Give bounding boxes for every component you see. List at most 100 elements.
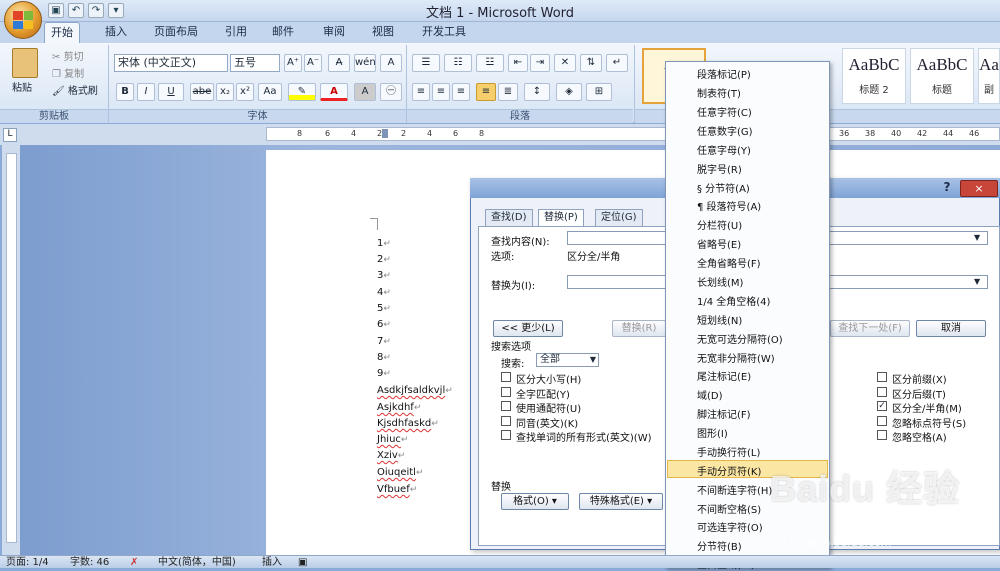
increase-indent-icon[interactable]: ⇥ — [530, 54, 550, 72]
doc-line[interactable]: 1↵ — [377, 238, 391, 249]
highlight-icon[interactable]: ✎ — [288, 83, 316, 101]
menu-item[interactable]: 脚注标记(F) — [697, 406, 751, 421]
menu-item[interactable]: 任意数字(G) — [697, 123, 753, 138]
menu-item[interactable]: 长划线(M) — [697, 274, 743, 289]
menu-item[interactable]: 尾注标记(E) — [697, 368, 751, 383]
cancel-button[interactable]: 取消 — [916, 320, 986, 337]
tab-goto[interactable]: 定位(G) — [595, 209, 643, 227]
proofing-icon[interactable]: ✗ — [130, 556, 138, 569]
wildcards-checkbox[interactable] — [501, 401, 511, 411]
shrink-font-button[interactable]: A⁻ — [304, 54, 322, 72]
menu-item[interactable]: 域(D) — [697, 387, 723, 402]
find-next-button[interactable]: 查找下一处(F) — [830, 320, 910, 337]
strikethrough-button[interactable]: abe — [190, 83, 214, 101]
tab-view[interactable]: 视图 — [366, 22, 400, 43]
doc-line[interactable]: Kjsdhfaskd↵ — [377, 418, 439, 429]
tab-developer[interactable]: 开发工具 — [416, 22, 472, 43]
case-checkbox[interactable] — [501, 372, 511, 382]
replace-button[interactable]: 替换(R) — [612, 320, 666, 337]
language-status[interactable]: 中文(简体，中国) — [158, 556, 236, 569]
word-forms-checkbox[interactable] — [501, 430, 511, 440]
font-name-combo[interactable]: 宋体 (中文正文) — [114, 54, 228, 72]
doc-line[interactable]: 9↵ — [377, 368, 391, 379]
doc-line[interactable]: 7↵ — [377, 336, 391, 347]
menu-item[interactable]: 段落标记(P) — [697, 66, 751, 81]
format-button[interactable]: 格式(O) ▾ — [501, 493, 569, 510]
special-format-button[interactable]: 特殊格式(E) ▾ — [579, 493, 663, 510]
doc-line[interactable]: 6↵ — [377, 319, 391, 330]
multilevel-list-icon[interactable]: ☳ — [476, 54, 504, 72]
tab-review[interactable]: 审阅 — [317, 22, 351, 43]
tab-page-layout[interactable]: 页面布局 — [148, 22, 204, 43]
insert-mode[interactable]: 插入 — [262, 556, 282, 569]
menu-item[interactable]: 1/4 全角空格(4) — [697, 293, 770, 308]
tab-home[interactable]: 开始 — [44, 22, 80, 43]
doc-line[interactable]: Xziv↵ — [377, 450, 405, 461]
tab-references[interactable]: 引用 — [219, 22, 253, 43]
menu-item[interactable]: 脱字号(R) — [697, 161, 742, 176]
borders-icon[interactable]: ⊞ — [586, 83, 612, 101]
align-center-icon[interactable]: ≡ — [432, 83, 450, 101]
tab-selector-icon[interactable]: L — [3, 128, 17, 142]
cut-button[interactable]: ✂ 剪切 — [52, 48, 84, 63]
doc-line[interactable]: 2↵ — [377, 254, 391, 265]
menu-item[interactable]: 分节符(B) — [697, 538, 742, 553]
menu-item[interactable]: 任意字母(Y) — [697, 142, 751, 157]
format-painter-button[interactable]: 🖌 格式刷 — [52, 82, 98, 97]
doc-line[interactable]: Asdkjfsaldkvjl↵ — [377, 385, 453, 396]
ignore-space-checkbox[interactable] — [877, 430, 887, 440]
menu-item[interactable]: ¶ 段落符号(A) — [697, 198, 761, 213]
shading-icon[interactable]: ◈ — [556, 83, 582, 101]
paste-icon[interactable] — [12, 48, 38, 78]
bold-button[interactable]: B — [116, 83, 134, 101]
numbering-icon[interactable]: ☷ — [444, 54, 472, 72]
chinese-layout-icon[interactable]: ✕ — [554, 54, 576, 72]
menu-item[interactable]: 无宽非分隔符(W) — [697, 350, 775, 365]
ignore-punct-checkbox[interactable] — [877, 416, 887, 426]
menu-item[interactable]: 手动换行符(L) — [697, 444, 760, 459]
show-marks-icon[interactable]: ↵ — [606, 54, 628, 72]
bullets-icon[interactable]: ☰ — [412, 54, 440, 72]
phonetic-guide-icon[interactable]: wén — [354, 54, 376, 72]
doc-line[interactable]: Jhiuc↵ — [377, 434, 408, 445]
sounds-like-checkbox[interactable] — [501, 416, 511, 426]
italic-button[interactable]: I — [137, 83, 155, 101]
match-prefix-checkbox[interactable] — [877, 372, 887, 382]
subscript-button[interactable]: x₂ — [216, 83, 234, 101]
clear-format-icon[interactable]: A̶ — [328, 54, 350, 72]
whole-word-checkbox[interactable] — [501, 387, 511, 397]
tab-find[interactable]: 查找(D) — [485, 209, 533, 227]
horizontal-ruler[interactable]: 8 6 4 2 2 4 6 8 36 38 40 42 44 46 — [266, 127, 1000, 141]
less-button[interactable]: << 更少(L) — [493, 320, 563, 337]
font-color-icon[interactable]: A — [320, 83, 348, 101]
macro-record-icon[interactable]: ▣ — [298, 556, 307, 569]
distribute-icon[interactable]: ≣ — [498, 83, 518, 101]
doc-line[interactable]: Oiuqeitl↵ — [377, 467, 424, 478]
menu-item[interactable]: 全角省略号(F) — [697, 255, 761, 270]
vertical-ruler[interactable] — [2, 145, 20, 555]
change-case-button[interactable]: Aa — [258, 83, 282, 101]
char-shading-icon[interactable]: A — [354, 83, 376, 101]
menu-item-manual-page-break[interactable]: 手动分页符(K) — [697, 463, 761, 478]
tab-insert[interactable]: 插入 — [99, 22, 133, 43]
char-border-icon[interactable]: A — [380, 54, 402, 72]
page-count[interactable]: 页面: 1/4 — [6, 556, 49, 569]
superscript-button[interactable]: x² — [236, 83, 254, 101]
doc-line[interactable]: 5↵ — [377, 303, 391, 314]
align-left-icon[interactable]: ≡ — [412, 83, 430, 101]
underline-button[interactable]: U — [158, 83, 184, 101]
paste-button[interactable]: 粘贴 — [12, 79, 32, 94]
replace-dropdown-icon[interactable]: ▼ — [974, 277, 980, 286]
menu-item[interactable]: 制表符(T) — [697, 85, 741, 100]
style-card-heading2[interactable]: AaBbC 标题 2 — [842, 48, 906, 104]
menu-item[interactable]: 不间断空格(S) — [697, 501, 761, 516]
doc-line[interactable]: 4↵ — [377, 287, 391, 298]
menu-item[interactable]: 无宽可选分隔符(O) — [697, 331, 783, 346]
help-icon[interactable]: ? — [940, 180, 954, 196]
doc-line[interactable]: 3↵ — [377, 270, 391, 281]
menu-item[interactable]: 省略号(E) — [697, 236, 741, 251]
menu-item[interactable]: 短划线(N) — [697, 312, 742, 327]
menu-item[interactable]: 不间断连字符(H) — [697, 482, 772, 497]
search-direction-select[interactable]: 全部 ▼ — [536, 353, 599, 367]
match-suffix-checkbox[interactable] — [877, 387, 887, 397]
